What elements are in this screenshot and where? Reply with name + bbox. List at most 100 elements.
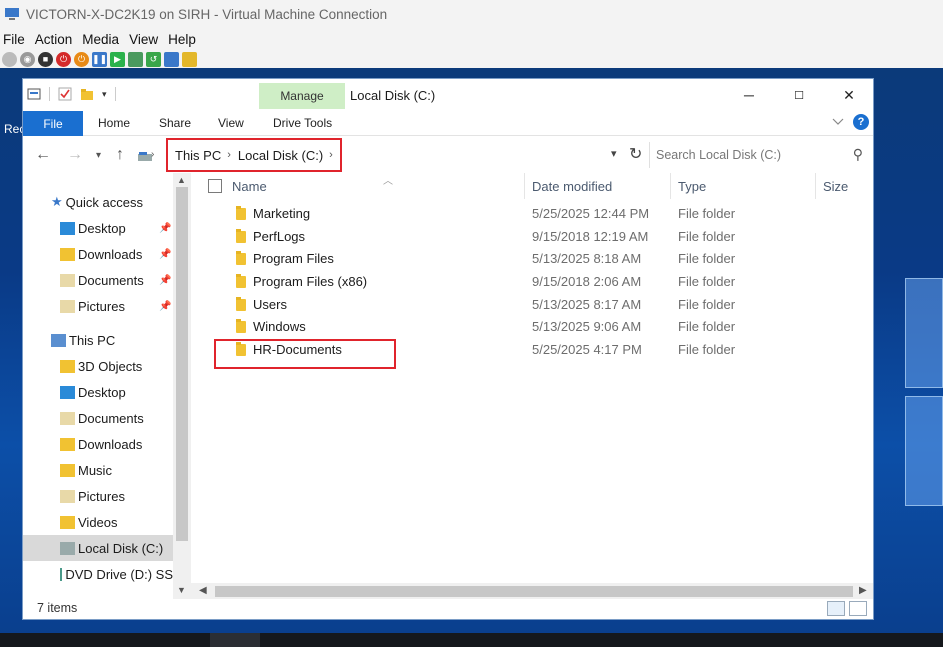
sidebar-item-videos[interactable]: Videos [23, 509, 173, 535]
sidebar-item-documents[interactable]: Documents 📌 [23, 267, 173, 293]
vm-window-title: VICTORN-X-DC2K19 on SIRH - Virtual Machi… [26, 6, 388, 22]
sidebar-item-pc-downloads[interactable]: Downloads [23, 431, 173, 457]
address-bar-row: ← → ▾ ↑ › This PC › Local Disk (C:) › ▾ … [23, 137, 873, 173]
computer-icon [51, 333, 66, 347]
vm-menu-file[interactable]: File [0, 32, 29, 47]
ctrl-alt-del-icon[interactable] [2, 51, 17, 67]
revert-icon[interactable]: ↺ [146, 51, 161, 67]
column-header-size[interactable]: Size [823, 179, 848, 194]
sidebar-item-pc-desktop[interactable]: Desktop [23, 379, 173, 405]
downloads-folder-icon [60, 437, 75, 451]
help-icon[interactable]: ? [853, 114, 869, 130]
star-icon: ★ [51, 194, 63, 209]
3d-objects-icon [60, 359, 75, 373]
start-icon[interactable]: ◉ [20, 51, 35, 67]
refresh-icon[interactable]: ↻ [629, 144, 642, 164]
turn-off-icon[interactable]: ■ [38, 51, 53, 67]
close-icon[interactable]: ✕ [839, 85, 859, 105]
column-header-type[interactable]: Type [678, 179, 706, 194]
sidebar-item-downloads[interactable]: Downloads 📌 [23, 241, 173, 267]
sidebar-item-this-pc[interactable]: This PC [23, 327, 173, 353]
tab-manage[interactable]: Manage [259, 83, 345, 109]
item-count: 7 items [37, 601, 78, 615]
expand-ribbon-icon[interactable] [831, 114, 845, 128]
enhanced-session-icon[interactable] [164, 51, 179, 67]
sidebar-item-dvd-drive[interactable]: DVD Drive (D:) SS [23, 561, 173, 587]
save-icon[interactable]: ⏻ [74, 51, 89, 67]
checkpoint-icon[interactable] [128, 51, 143, 67]
search-icon[interactable]: ⚲ [853, 146, 863, 163]
scrollbar-thumb[interactable] [215, 586, 853, 597]
details-view-icon[interactable] [827, 601, 845, 616]
folder-icon [236, 274, 246, 288]
up-arrow-icon[interactable]: ↑ [116, 146, 124, 164]
desktop-folder-icon [60, 221, 75, 235]
vm-menu-view[interactable]: View [126, 32, 162, 47]
vm-menu-media[interactable]: Media [79, 32, 123, 47]
share-icon[interactable] [182, 51, 197, 67]
table-row[interactable]: Windows 5/13/2025 9:06 AM File folder [191, 316, 873, 338]
new-folder-icon[interactable] [80, 87, 94, 101]
scroll-left-icon[interactable]: ◀ [199, 585, 207, 596]
sidebar-item-desktop[interactable]: Desktop 📌 [23, 215, 173, 241]
taskbar-button[interactable] [210, 633, 260, 647]
scrollbar-thumb[interactable] [176, 187, 188, 541]
ribbon-tabs: File Home Share View Drive Tools ? [23, 111, 873, 136]
forward-arrow-icon[interactable]: → [67, 146, 83, 164]
windows-logo-graphic [875, 258, 943, 578]
sidebar-item-3d-objects[interactable]: 3D Objects [23, 353, 173, 379]
resume-icon[interactable]: ▶ [110, 51, 125, 67]
vm-connection-icon [5, 8, 19, 20]
sidebar-item-pictures[interactable]: Pictures 📌 [23, 293, 173, 319]
recent-locations-icon[interactable]: ▾ [96, 150, 101, 161]
table-row[interactable]: Users 5/13/2025 8:17 AM File folder [191, 294, 873, 316]
sidebar-item-local-disk[interactable]: Local Disk (C:) [23, 535, 173, 561]
search-input[interactable]: Search Local Disk (C:) ⚲ [649, 142, 869, 168]
pin-icon: 📌 [159, 300, 172, 312]
checkmark-icon[interactable] [58, 87, 72, 101]
maximize-icon[interactable]: ☐ [789, 85, 809, 105]
tab-view[interactable]: View [218, 116, 244, 130]
column-header-date[interactable]: Date modified [532, 179, 612, 194]
hr-documents-highlight-box [214, 339, 396, 369]
large-icons-view-icon[interactable] [849, 601, 867, 616]
tab-home[interactable]: Home [98, 116, 130, 130]
explorer-title-bar: ▾ Manage Local Disk (C:) ─ ☐ ✕ [23, 79, 873, 111]
select-all-checkbox[interactable] [208, 179, 222, 193]
tab-drive-tools[interactable]: Drive Tools [273, 116, 332, 130]
file-explorer-window: ▾ Manage Local Disk (C:) ─ ☐ ✕ File Home… [22, 78, 874, 620]
sidebar-item-pc-documents[interactable]: Documents [23, 405, 173, 431]
pin-icon: 📌 [159, 274, 172, 286]
table-row[interactable]: PerfLogs 9/15/2018 12:19 AM File folder [191, 226, 873, 248]
sidebar-item-music[interactable]: Music [23, 457, 173, 483]
address-dropdown-icon[interactable]: ▾ [611, 147, 617, 160]
pictures-folder-icon [60, 299, 75, 313]
tab-file[interactable]: File [23, 111, 83, 136]
file-list: Name ︿ Date modified Type Size Marketing… [191, 173, 873, 583]
vm-toolbar: ◉ ■ ⏻ ⏻ ❚❚ ▶ ↺ [0, 50, 943, 68]
column-header-name[interactable]: Name [232, 179, 267, 194]
pause-icon[interactable]: ❚❚ [92, 51, 107, 67]
table-row[interactable]: Program Files 5/13/2025 8:18 AM File fol… [191, 248, 873, 270]
scroll-up-icon[interactable]: ▲ [177, 175, 186, 185]
horizontal-scrollbar[interactable]: ◀ ▶ [191, 583, 873, 600]
back-arrow-icon[interactable]: ← [35, 146, 51, 164]
scroll-down-icon[interactable]: ▼ [177, 585, 186, 595]
customize-dropdown-icon[interactable]: ▾ [102, 89, 107, 100]
vm-menu-action[interactable]: Action [32, 32, 77, 47]
vm-menu-bar: File Action Media View Help [0, 28, 943, 50]
sidebar-item-quick-access[interactable]: ★ Quick access [23, 189, 173, 215]
shutdown-icon[interactable]: ⏻ [56, 51, 71, 67]
table-row[interactable]: Program Files (x86) 9/15/2018 2:06 AM Fi… [191, 271, 873, 293]
sidebar-item-pc-pictures[interactable]: Pictures [23, 483, 173, 509]
table-row[interactable]: Marketing 5/25/2025 12:44 PM File folder [191, 203, 873, 225]
column-divider [670, 173, 671, 199]
vm-menu-help[interactable]: Help [165, 32, 200, 47]
nav-scrollbar[interactable]: ▲ ▼ [173, 173, 191, 599]
tab-share[interactable]: Share [159, 116, 191, 130]
minimize-icon[interactable]: ─ [739, 85, 759, 105]
explorer-window-title: Local Disk (C:) [350, 88, 436, 103]
properties-icon[interactable] [27, 87, 41, 101]
folder-icon [236, 319, 246, 333]
scroll-right-icon[interactable]: ▶ [859, 585, 867, 596]
